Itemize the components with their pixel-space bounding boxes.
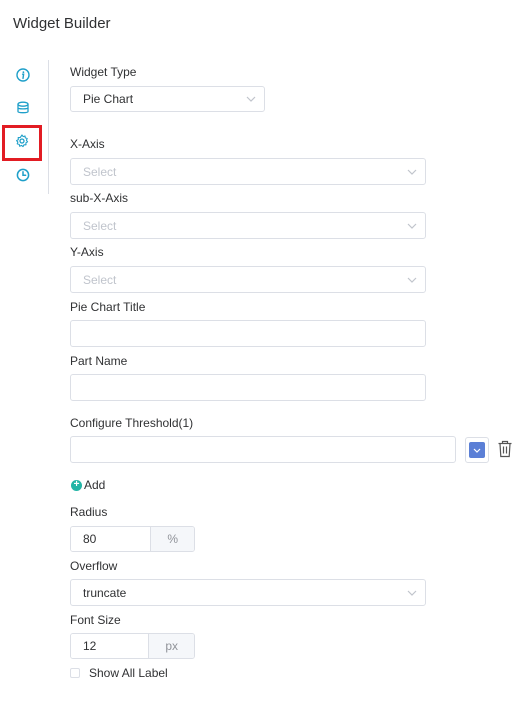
info-icon — [16, 67, 30, 87]
radius-field[interactable]: 80 % — [70, 526, 195, 552]
font-size-unit: px — [148, 634, 194, 658]
add-threshold-button[interactable]: + Add — [71, 478, 105, 492]
database-icon — [16, 101, 30, 120]
y-axis-label: Y-Axis — [70, 245, 104, 259]
trash-icon[interactable] — [497, 440, 515, 460]
sidebar-item-info[interactable] — [0, 60, 46, 94]
sidebar-item-settings[interactable] — [2, 125, 42, 161]
font-size-field[interactable]: 12 px — [70, 633, 195, 659]
clock-icon — [16, 168, 30, 187]
chevron-down-icon — [399, 223, 425, 229]
x-axis-label: X-Axis — [70, 137, 105, 151]
radius-label: Radius — [70, 505, 108, 519]
pie-chart-title-input[interactable] — [70, 320, 426, 347]
chevron-down-icon — [399, 277, 425, 283]
widget-type-value: Pie Chart — [83, 92, 134, 106]
page-title: Widget Builder — [13, 15, 111, 32]
add-label: Add — [84, 478, 106, 492]
sub-x-axis-label: sub-X-Axis — [70, 191, 129, 205]
sub-x-axis-placeholder: Select — [83, 218, 117, 233]
checkbox[interactable] — [70, 668, 80, 678]
part-name-input[interactable] — [70, 374, 426, 401]
threshold-label: Configure Threshold(1) — [70, 416, 194, 430]
part-name-label: Part Name — [70, 354, 128, 368]
overflow-select[interactable]: truncate — [70, 579, 426, 606]
chevron-down-icon — [399, 590, 425, 596]
chevron-down-icon — [399, 169, 425, 175]
threshold-color-picker[interactable] — [465, 437, 489, 463]
x-axis-placeholder: Select — [83, 164, 117, 179]
gear-icon — [15, 133, 29, 153]
sidebar-item-history[interactable] — [0, 160, 46, 194]
font-size-value[interactable]: 12 — [71, 634, 149, 658]
chevron-down-icon — [473, 448, 481, 453]
pie-chart-title-label: Pie Chart Title — [70, 300, 146, 314]
sidebar-divider — [48, 60, 49, 194]
radius-unit: % — [150, 527, 194, 551]
show-all-label-text: Show All Label — [89, 666, 168, 680]
plus-circle-icon: + — [71, 479, 82, 491]
y-axis-placeholder: Select — [83, 272, 117, 287]
color-swatch — [469, 442, 485, 458]
show-all-label-checkbox[interactable]: Show All Label — [70, 666, 168, 680]
font-size-label: Font Size — [70, 613, 121, 627]
sidebar-item-data[interactable] — [0, 93, 46, 127]
overflow-value: truncate — [83, 585, 127, 600]
widget-type-select[interactable]: Pie Chart — [70, 86, 265, 112]
threshold-input[interactable] — [70, 436, 456, 463]
y-axis-select[interactable]: Select — [70, 266, 426, 293]
widget-type-label: Widget Type — [70, 65, 137, 79]
sub-x-axis-select[interactable]: Select — [70, 212, 426, 239]
radius-value[interactable]: 80 — [71, 527, 151, 551]
chevron-down-icon — [238, 96, 264, 102]
x-axis-select[interactable]: Select — [70, 158, 426, 185]
overflow-label: Overflow — [70, 559, 118, 573]
